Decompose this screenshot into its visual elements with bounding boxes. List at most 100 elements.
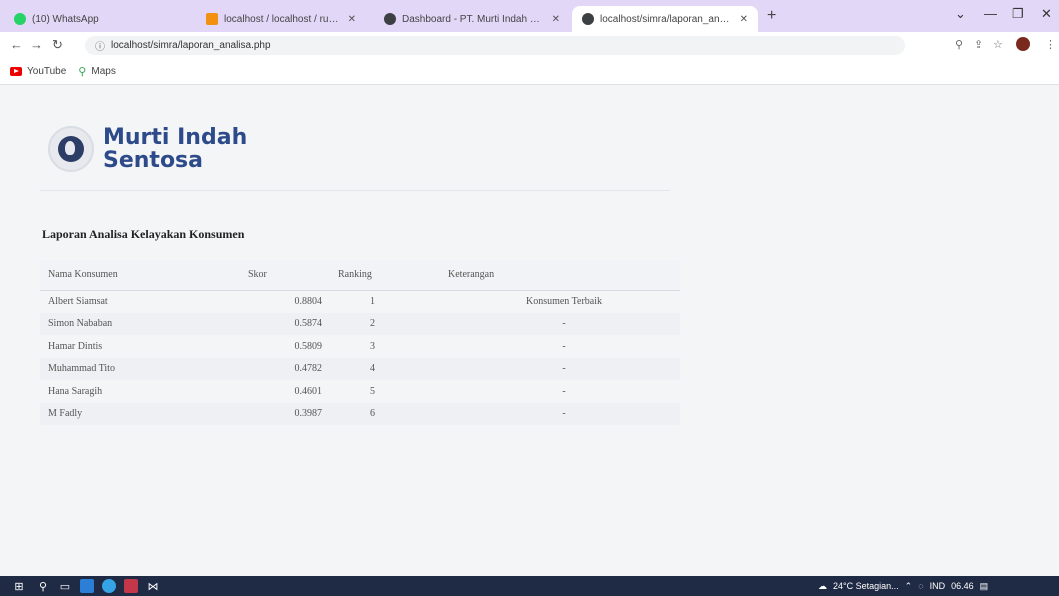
- weather-text[interactable]: 24°C Setagian...: [833, 581, 899, 591]
- cell-ranking: 6: [330, 402, 440, 425]
- whatsapp-icon: [14, 13, 26, 25]
- cell-nama: Hana Saragih: [48, 385, 103, 397]
- clock[interactable]: 06.46: [951, 581, 974, 591]
- youtube-icon: [10, 67, 22, 76]
- url-text: localhost/simra/laporan_analisa.php: [111, 40, 271, 51]
- tray-chevron-icon[interactable]: ⌃: [905, 581, 913, 592]
- company-logo: [48, 126, 94, 172]
- column-header-keterangan: Keterangan: [440, 260, 680, 291]
- system-tray: ☁ 24°C Setagian... ⌃ ◌ IND 06.46 ▤: [818, 576, 988, 596]
- column-header-nama: Nama Konsumen: [40, 260, 240, 291]
- brand-line-2: Sentosa: [103, 148, 203, 173]
- cell-skor: 0.4601: [294, 385, 323, 397]
- table-row: Simon Nababan 0.5874 2 -: [40, 312, 680, 335]
- cell-keterangan: -: [440, 402, 680, 425]
- tab-search-icon[interactable]: ⌄: [955, 6, 966, 22]
- cell-keterangan: Konsumen Terbaik: [525, 296, 603, 307]
- table-row: Albert Siamsat 0.8804 1 Konsumen Terbaik: [40, 290, 680, 313]
- taskbar: ⊞ ⚲ ▭ ⋈ ☁ 24°C Setagian... ⌃ ◌ IND 06.46…: [0, 576, 1059, 596]
- app-icon[interactable]: [124, 579, 138, 593]
- report-table: Nama Konsumen Skor Ranking Keterangan Al…: [40, 260, 680, 425]
- cell-nama: M Fadly: [40, 402, 240, 425]
- cell-ranking: 5: [370, 385, 375, 397]
- brand-name: Murti Indah Sentosa: [103, 126, 247, 172]
- bookmarks-bar: YouTube ⚲ Maps: [0, 59, 1059, 85]
- cell-skor: 0.4782: [240, 357, 330, 380]
- reload-icon[interactable]: ↻: [52, 37, 63, 53]
- address-bar[interactable]: ⓘ localhost/simra/laporan_analisa.php: [85, 36, 905, 55]
- window-close-icon[interactable]: ✕: [1041, 6, 1052, 22]
- browser-toolbar: ← → ↻ ⓘ localhost/simra/laporan_analisa.…: [0, 32, 1059, 59]
- page-content: Murti Indah Sentosa Laporan Analisa Kela…: [0, 86, 1059, 576]
- vscode-icon[interactable]: ⋈: [146, 579, 160, 593]
- cell-keterangan: -: [440, 312, 680, 335]
- cell-skor: 0.5874: [240, 312, 330, 335]
- cell-ranking: 2: [330, 312, 440, 335]
- cell-nama: Albert Siamsat: [48, 296, 108, 307]
- close-icon[interactable]: ✕: [348, 14, 356, 25]
- column-header-skor: Skor: [240, 260, 330, 291]
- cell-ranking: 3: [370, 340, 375, 352]
- search-icon[interactable]: ⚲: [36, 579, 50, 593]
- close-icon[interactable]: ✕: [552, 14, 560, 25]
- table-header-row: Nama Konsumen Skor Ranking Keterangan: [40, 260, 680, 291]
- bookmark-youtube[interactable]: YouTube: [10, 66, 66, 77]
- cell-ranking: 1: [370, 296, 375, 307]
- cell-keterangan: -: [562, 385, 566, 397]
- table-row: Hamar Dintis 0.5809 3 -: [40, 335, 680, 358]
- page-title: Laporan Analisa Kelayakan Konsumen: [42, 227, 245, 241]
- cell-nama: Muhammad Tito: [40, 357, 240, 380]
- notification-icon[interactable]: ▤: [980, 581, 989, 592]
- tab-title: localhost/simra/laporan_analisi...: [600, 13, 734, 25]
- globe-icon: [384, 13, 396, 25]
- cell-skor: 0.8804: [294, 296, 323, 307]
- maximize-icon[interactable]: ❐: [1012, 6, 1024, 22]
- edge-icon[interactable]: [102, 579, 116, 593]
- tab-title: (10) WhatsApp: [32, 13, 99, 25]
- forward-icon[interactable]: →: [30, 37, 43, 52]
- cell-ranking: 4: [330, 357, 440, 380]
- tab-laporan-active[interactable]: localhost/simra/laporan_analisi... ✕: [572, 6, 758, 32]
- bookmark-star-icon[interactable]: ☆: [993, 38, 1003, 51]
- close-icon[interactable]: ✕: [740, 14, 748, 25]
- table-row: M Fadly 0.3987 6 -: [40, 402, 680, 425]
- table-row: Hana Saragih 0.4601 5 -: [40, 380, 680, 403]
- header-divider: [40, 190, 670, 191]
- brand-line-1: Murti Indah: [103, 125, 248, 150]
- weather-icon: ☁: [818, 580, 827, 591]
- bookmark-label: YouTube: [27, 66, 67, 77]
- windows-start-icon[interactable]: ⊞: [12, 579, 26, 593]
- browser-tab-strip: (10) WhatsApp localhost / localhost / ru…: [0, 0, 1059, 32]
- zoom-icon[interactable]: ⚲: [955, 38, 963, 51]
- cell-skor: 0.3987: [240, 402, 330, 425]
- minimize-icon[interactable]: —: [984, 6, 997, 21]
- lang-indicator[interactable]: IND: [930, 581, 946, 591]
- tab-whatsapp[interactable]: (10) WhatsApp: [4, 6, 180, 32]
- task-view-icon[interactable]: ▭: [58, 579, 72, 593]
- bookmark-label: Maps: [91, 66, 116, 77]
- share-icon[interactable]: ⇪: [974, 38, 983, 51]
- column-header-ranking: Ranking: [330, 260, 440, 291]
- globe-icon: [582, 13, 594, 25]
- cell-keterangan: -: [440, 357, 680, 380]
- file-explorer-icon[interactable]: [80, 579, 94, 593]
- back-icon[interactable]: ←: [10, 37, 23, 52]
- cell-skor: 0.5809: [294, 340, 323, 352]
- new-tab-button[interactable]: +: [767, 7, 776, 25]
- cell-nama: Simon Nababan: [40, 312, 240, 335]
- site-info-icon[interactable]: ⓘ: [95, 38, 105, 53]
- tab-dashboard[interactable]: Dashboard - PT. Murti Indah Se... ✕: [374, 6, 570, 32]
- tab-title: Dashboard - PT. Murti Indah Se...: [402, 13, 546, 25]
- phpmyadmin-icon: [206, 13, 218, 25]
- tab-title: localhost / localhost / rumor / pt...: [224, 13, 342, 25]
- cell-keterangan: -: [562, 340, 566, 352]
- bookmark-maps[interactable]: ⚲ Maps: [78, 65, 116, 78]
- network-icon[interactable]: ◌: [918, 581, 923, 591]
- cell-nama: Hamar Dintis: [48, 340, 103, 352]
- leaf-icon: [58, 136, 84, 162]
- tab-phpmyadmin[interactable]: localhost / localhost / rumor / pt... ✕: [196, 6, 366, 32]
- table-row: Muhammad Tito 0.4782 4 -: [40, 357, 680, 380]
- maps-icon: ⚲: [78, 66, 87, 78]
- menu-icon[interactable]: ⋮: [1045, 38, 1056, 51]
- profile-avatar[interactable]: [1016, 37, 1030, 51]
